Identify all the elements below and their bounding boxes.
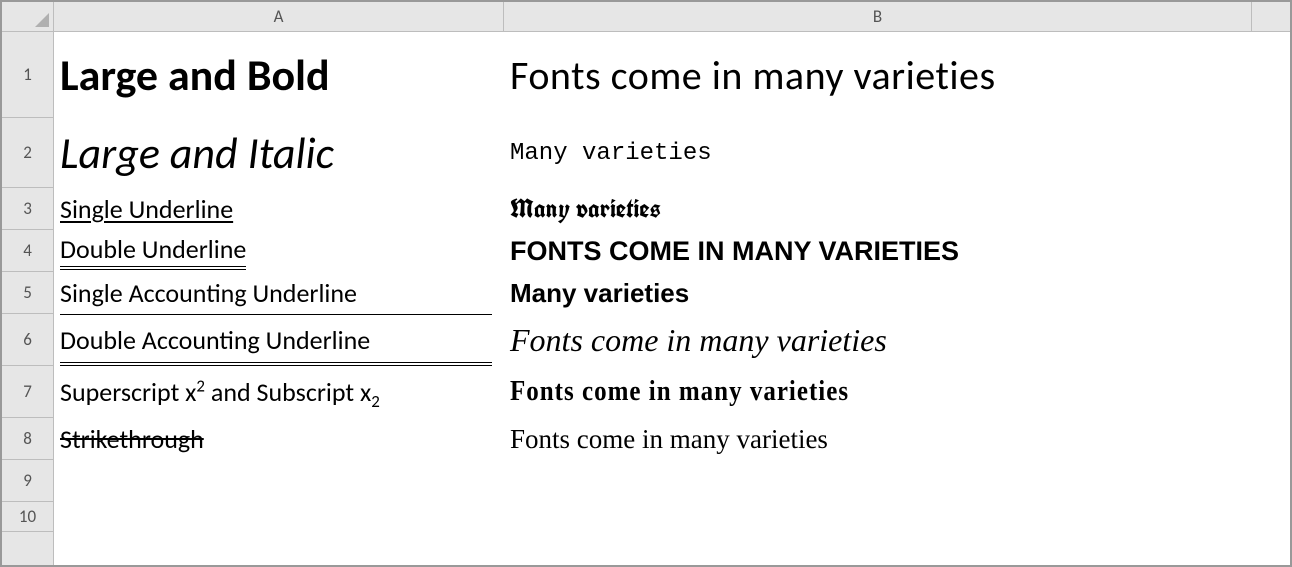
cell-text: Fonts come in many varieties xyxy=(510,322,887,359)
cell-text: Many varieties xyxy=(510,140,712,167)
cell-A10[interactable] xyxy=(54,502,504,532)
table-row: Double Underline FONTS COME IN MANY VARI… xyxy=(54,230,1290,272)
row-header-column: 1 2 3 4 5 6 7 8 9 10 xyxy=(2,32,54,565)
cell-text: Fonts come in many varieties xyxy=(510,376,849,408)
cell-text: Single Accounting Underline xyxy=(60,277,357,309)
row-header-3[interactable]: 3 xyxy=(2,188,53,230)
cell-B3[interactable]: Many varieties xyxy=(504,188,1290,230)
column-header-B[interactable]: B xyxy=(504,2,1252,31)
table-row: Strikethrough Fonts come in many varieti… xyxy=(54,418,1290,460)
cell-B6[interactable]: Fonts come in many varieties xyxy=(504,314,1290,366)
text-run: Superscript x xyxy=(60,376,196,408)
table-row xyxy=(54,502,1290,532)
table-row: Single Accounting Underline Many varieti… xyxy=(54,272,1290,314)
cell-B9[interactable] xyxy=(504,460,1290,502)
cell-A3[interactable]: Single Underline xyxy=(54,188,504,230)
cell-A9[interactable] xyxy=(54,460,504,502)
cell-text: Large and Bold xyxy=(60,48,330,102)
row-header-9[interactable]: 9 xyxy=(2,460,53,502)
cell-text: Double Accounting Underline xyxy=(60,324,370,356)
row-header-6[interactable]: 6 xyxy=(2,314,53,366)
cell-text: Double Underline xyxy=(60,233,246,270)
row-header-8[interactable]: 8 xyxy=(2,418,53,460)
row-header-10[interactable]: 10 xyxy=(2,502,53,532)
cell-text: Fonts come in many varieties xyxy=(510,51,996,100)
table-row: Single Underline Many varieties xyxy=(54,188,1290,230)
column-header-row: A B xyxy=(2,2,1290,32)
cell-text: Single Underline xyxy=(60,193,233,225)
cell-B2[interactable]: Many varieties xyxy=(504,118,1290,188)
cell-text: Fonts come in many varieties xyxy=(510,424,828,455)
cell-B1[interactable]: Fonts come in many varieties xyxy=(504,32,1290,118)
accounting-underline-double: Double Accounting Underline xyxy=(60,324,498,356)
spreadsheet-window: A B 1 2 3 4 5 6 7 8 9 10 Large and Bold … xyxy=(0,0,1292,567)
column-header-next[interactable] xyxy=(1252,2,1290,31)
table-row: Superscript x2 and Subscript x2 Fonts co… xyxy=(54,366,1290,418)
table-row: Double Accounting Underline Fonts come i… xyxy=(54,314,1290,366)
row-header-2[interactable]: 2 xyxy=(2,118,53,188)
column-header-A[interactable]: A xyxy=(54,2,504,31)
cell-A6[interactable]: Double Accounting Underline xyxy=(54,314,504,366)
row-header-7[interactable]: 7 xyxy=(2,366,53,418)
table-row xyxy=(54,460,1290,502)
cell-text: Many varieties xyxy=(510,192,661,226)
cell-A2[interactable]: Large and Italic xyxy=(54,118,504,188)
cell-A7[interactable]: Superscript x2 and Subscript x2 xyxy=(54,366,504,418)
cell-text: Large and Italic xyxy=(60,126,334,180)
cell-B5[interactable]: Many varieties xyxy=(504,272,1290,314)
table-row: Large and Bold Fonts come in many variet… xyxy=(54,32,1290,118)
text-run: and Subscript x xyxy=(205,376,371,408)
cell-B10[interactable] xyxy=(504,502,1290,532)
table-row: Large and Italic Many varieties xyxy=(54,118,1290,188)
cell-B4[interactable]: FONTS COME IN MANY VARIETIES xyxy=(504,230,1290,272)
cell-B7[interactable]: Fonts come in many varieties xyxy=(504,366,1290,418)
row-header-4[interactable]: 4 xyxy=(2,230,53,272)
cell-A4[interactable]: Double Underline xyxy=(54,230,504,272)
cell-A1[interactable]: Large and Bold xyxy=(54,32,504,118)
row-header-5[interactable]: 5 xyxy=(2,272,53,314)
cell-text: FONTS COME IN MANY VARIETIES xyxy=(510,236,959,267)
superscript: 2 xyxy=(196,375,205,396)
cell-text: Many varieties xyxy=(510,278,689,309)
worksheet-body: 1 2 3 4 5 6 7 8 9 10 Large and Bold Font… xyxy=(2,32,1290,565)
cell-B8[interactable]: Fonts come in many varieties xyxy=(504,418,1290,460)
cells-area: Large and Bold Fonts come in many variet… xyxy=(54,32,1290,565)
select-all-corner[interactable] xyxy=(2,2,54,31)
cell-text: Strikethrough xyxy=(60,423,204,455)
subscript: 2 xyxy=(371,391,380,412)
cell-A5[interactable]: Single Accounting Underline xyxy=(54,272,504,314)
cell-A8[interactable]: Strikethrough xyxy=(54,418,504,460)
accounting-underline-single: Single Accounting Underline xyxy=(60,277,498,309)
row-header-1[interactable]: 1 xyxy=(2,32,53,118)
cell-text: Superscript x2 and Subscript x2 xyxy=(60,376,380,408)
